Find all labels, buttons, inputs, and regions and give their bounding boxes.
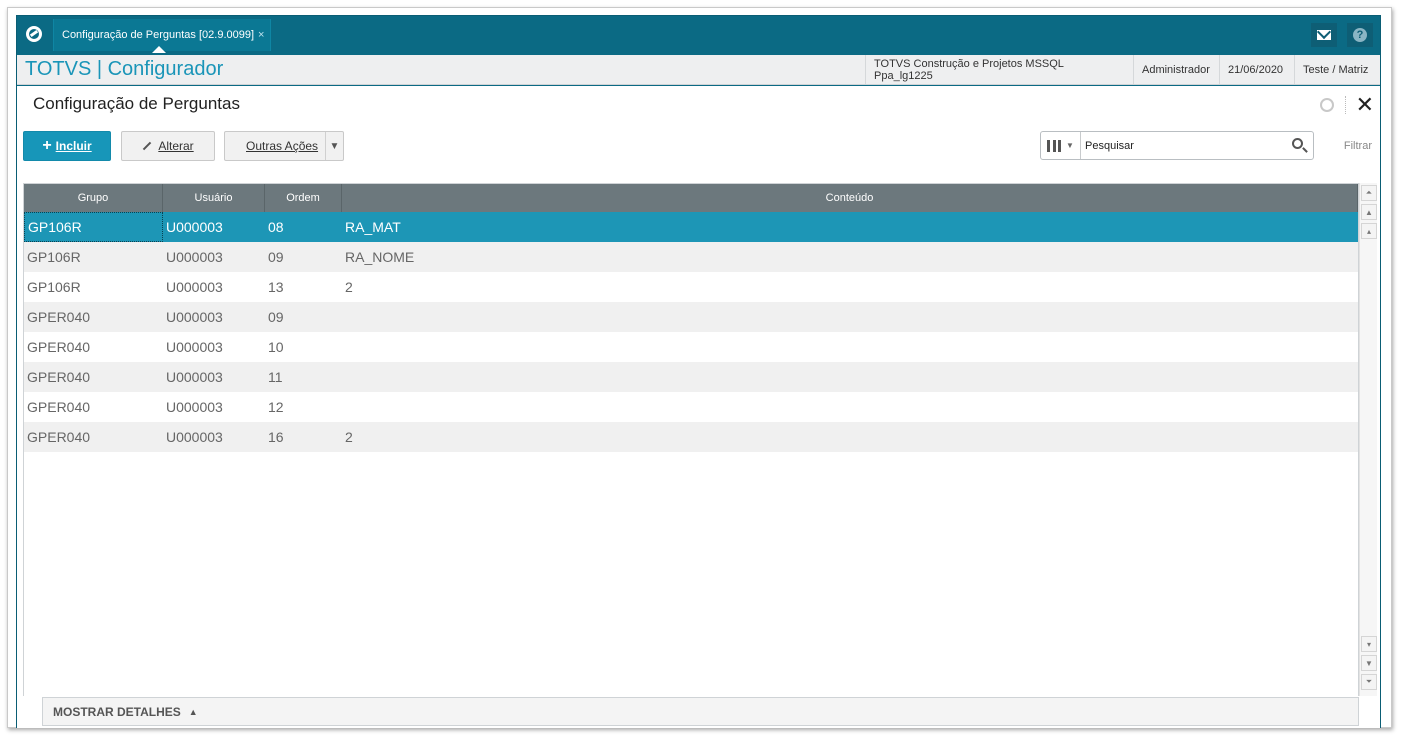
scroll-top-icon[interactable]: ⏶ <box>1361 185 1377 201</box>
cell-conteudo[interactable]: RA_MAT <box>342 212 1358 242</box>
cell-usuario[interactable]: U000003 <box>163 332 265 362</box>
content-panel: Configuração de Perguntas ✕ + Incluir Al… <box>17 86 1380 728</box>
search-input[interactable] <box>1085 137 1285 154</box>
scroll-bottom-icon[interactable]: ⏷ <box>1361 674 1377 690</box>
scroll-up-icon[interactable]: ▴ <box>1361 223 1377 239</box>
help-icon[interactable]: ? <box>1347 23 1373 47</box>
show-details-label: MOSTRAR DETALHES <box>53 704 181 719</box>
window-frame: Configuração de Perguntas [02.9.0099] × … <box>7 7 1392 728</box>
cell-usuario[interactable]: U000003 <box>163 212 265 242</box>
table-row[interactable]: GPER040 U000003 12 <box>24 392 1358 422</box>
cell-grupo[interactable]: GPER040 <box>24 332 163 362</box>
tab-close-icon[interactable]: × <box>258 29 264 41</box>
header-bar: TOTVS | Configurador TOTVS Construção e … <box>17 55 1380 85</box>
scroll-page-down-icon[interactable]: ▼ <box>1361 655 1377 671</box>
columns-button[interactable]: ▼ <box>1041 132 1081 159</box>
cell-grupo[interactable]: GPER040 <box>24 422 163 452</box>
vertical-scrollbar[interactable]: ⏶ ▲ ▴ ▾ ▼ ⏷ <box>1359 183 1377 696</box>
page-title: Configuração de Perguntas <box>33 94 240 113</box>
app-window: Configuração de Perguntas [02.9.0099] × … <box>16 15 1381 728</box>
outras-acoes-button[interactable]: Outras Ações ▼ <box>224 131 344 161</box>
cell-ordem[interactable]: 12 <box>265 392 342 422</box>
column-header-conteudo[interactable]: Conteúdo <box>342 184 1358 212</box>
close-icon[interactable]: ✕ <box>1356 91 1374 119</box>
cell-usuario[interactable]: U000003 <box>163 392 265 422</box>
cell-usuario[interactable]: U000003 <box>163 302 265 332</box>
cell-ordem[interactable]: 11 <box>265 362 342 392</box>
cell-conteudo[interactable]: RA_NOME <box>342 242 1358 272</box>
outras-acoes-label: Outras Ações <box>246 139 319 153</box>
alterar-button[interactable]: Alterar <box>121 131 215 161</box>
cell-grupo[interactable]: GPER040 <box>24 392 163 422</box>
divider <box>1345 96 1346 114</box>
table-row[interactable]: GPER040 U000003 10 <box>24 332 1358 362</box>
company-info[interactable]: TOTVS Construção e Projetos MSSQL Ppa_lg… <box>865 55 1133 84</box>
cell-grupo[interactable]: GP106R <box>24 212 163 242</box>
column-header-grupo[interactable]: Grupo <box>24 184 163 212</box>
table-row[interactable]: GPER040 U000003 16 2 <box>24 422 1358 452</box>
scroll-down-icon[interactable]: ▾ <box>1361 636 1377 652</box>
tab-label: Configuração de Perguntas [02.9.0099] <box>62 29 255 41</box>
grid-header: Grupo Usuário Ordem Conteúdo <box>24 184 1358 212</box>
cell-conteudo[interactable]: 2 <box>342 422 1358 452</box>
table-row[interactable]: GPER040 U000003 11 <box>24 362 1358 392</box>
chevron-down-icon[interactable]: ▼ <box>325 132 343 160</box>
chevron-down-icon: ▼ <box>1066 141 1074 150</box>
cell-ordem[interactable]: 09 <box>265 302 342 332</box>
brand-title: TOTVS | Configurador <box>25 58 224 80</box>
incluir-button[interactable]: + Incluir <box>23 131 111 161</box>
cell-conteudo[interactable] <box>342 332 1358 362</box>
date-info[interactable]: 21/06/2020 <box>1219 55 1294 84</box>
cell-conteudo[interactable] <box>342 302 1358 332</box>
plus-icon: + <box>42 137 52 154</box>
totvs-logo-icon[interactable] <box>17 16 51 52</box>
cell-ordem[interactable]: 10 <box>265 332 342 362</box>
table-row[interactable]: GP106R U000003 13 2 <box>24 272 1358 302</box>
user-info[interactable]: Administrador <box>1133 55 1219 84</box>
cell-usuario[interactable]: U000003 <box>163 362 265 392</box>
filter-link[interactable]: Filtrar <box>1344 140 1372 152</box>
cell-conteudo[interactable]: 2 <box>342 272 1358 302</box>
active-tab-indicator <box>152 46 166 53</box>
table-row[interactable]: GP106R U000003 09 RA_NOME <box>24 242 1358 272</box>
column-header-ordem[interactable]: Ordem <box>265 184 342 212</box>
cell-grupo[interactable]: GPER040 <box>24 302 163 332</box>
show-details-bar[interactable]: MOSTRAR DETALHES ▲ <box>42 697 1359 726</box>
cell-ordem[interactable]: 16 <box>265 422 342 452</box>
cell-ordem[interactable]: 08 <box>265 212 342 242</box>
mail-icon[interactable] <box>1311 23 1337 47</box>
search-icon[interactable] <box>1292 138 1303 149</box>
column-header-usuario[interactable]: Usuário <box>163 184 265 212</box>
alterar-label: Alterar <box>158 139 194 153</box>
incluir-label: Incluir <box>55 139 92 153</box>
cell-usuario[interactable]: U000003 <box>163 242 265 272</box>
cell-ordem[interactable]: 09 <box>265 242 342 272</box>
triangle-up-icon: ▲ <box>188 706 198 717</box>
table-row[interactable]: GP106R U000003 08 RA_MAT <box>24 212 1358 242</box>
scroll-page-up-icon[interactable]: ▲ <box>1361 204 1377 220</box>
cell-ordem[interactable]: 13 <box>265 272 342 302</box>
cell-conteudo[interactable] <box>342 392 1358 422</box>
cell-conteudo[interactable] <box>342 362 1358 392</box>
search-box: ▼ <box>1040 131 1314 160</box>
cell-grupo[interactable]: GP106R <box>24 242 163 272</box>
columns-icon <box>1047 139 1061 152</box>
cell-usuario[interactable]: U000003 <box>163 272 265 302</box>
branch-info[interactable]: Teste / Matriz <box>1294 55 1381 84</box>
top-bar: Configuração de Perguntas [02.9.0099] × … <box>17 16 1380 54</box>
pencil-icon <box>143 141 152 151</box>
cell-usuario[interactable]: U000003 <box>163 422 265 452</box>
data-grid: Grupo Usuário Ordem Conteúdo GP106R U0000… <box>23 183 1359 696</box>
cell-grupo[interactable]: GP106R <box>24 272 163 302</box>
cell-grupo[interactable]: GPER040 <box>24 362 163 392</box>
gear-icon[interactable] <box>1320 98 1334 112</box>
table-row[interactable]: GPER040 U000003 09 <box>24 302 1358 332</box>
